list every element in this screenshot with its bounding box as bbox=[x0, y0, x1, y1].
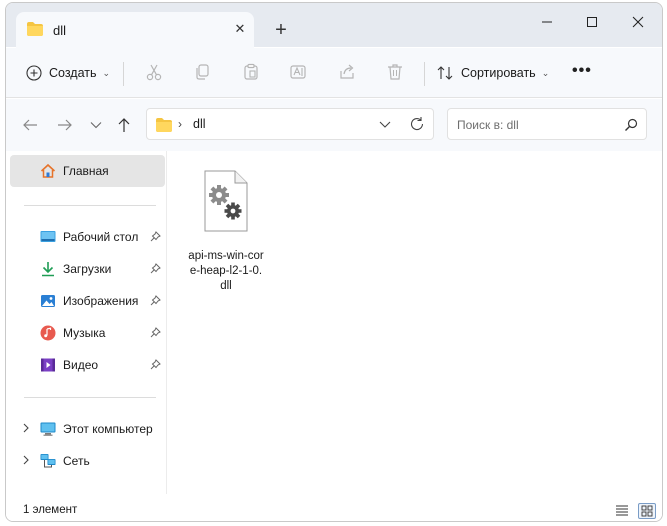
chevron-right-icon[interactable] bbox=[22, 423, 30, 435]
address-history-button[interactable] bbox=[379, 118, 391, 133]
downloads-icon bbox=[40, 261, 56, 277]
chevron-right-icon[interactable] bbox=[22, 455, 30, 467]
delete-icon[interactable] bbox=[386, 63, 406, 83]
close-button[interactable] bbox=[615, 7, 661, 37]
up-button[interactable] bbox=[114, 115, 134, 135]
sidebar-item-label: Музыка bbox=[63, 326, 106, 340]
desktop-icon bbox=[40, 229, 56, 245]
divider bbox=[24, 205, 156, 206]
sidebar-item-music[interactable]: Музыка bbox=[10, 319, 165, 347]
sidebar-item-label: Видео bbox=[63, 358, 99, 372]
navigation-pane: Главная Рабочий стол Загрузки Изображени… bbox=[6, 151, 167, 494]
sidebar-item-video[interactable]: Видео bbox=[10, 351, 165, 379]
chevron-down-icon: ⌄ bbox=[102, 67, 111, 78]
sidebar-item-desktop[interactable]: Рабочий стол bbox=[10, 223, 165, 251]
refresh-button[interactable] bbox=[409, 116, 425, 135]
cut-icon[interactable] bbox=[145, 63, 165, 83]
arrow-up-icon bbox=[118, 118, 130, 132]
tab-dll[interactable]: dll ✕ bbox=[16, 12, 254, 48]
chevron-down-icon: ⌄ bbox=[541, 67, 550, 78]
arrow-left-icon bbox=[23, 119, 37, 131]
pin-icon[interactable] bbox=[150, 327, 161, 341]
navigation-bar: › dll Поиск в: dll bbox=[6, 99, 662, 151]
file-item[interactable]: api-ms-win-core-heap-l2-1-0.dll bbox=[188, 165, 264, 292]
address-bar[interactable]: › dll bbox=[146, 108, 434, 140]
close-icon bbox=[632, 16, 644, 28]
chevron-down-icon bbox=[379, 121, 391, 128]
sidebar-item-label: Загрузки bbox=[63, 262, 112, 276]
music-icon bbox=[40, 325, 56, 341]
create-label: Создать bbox=[49, 66, 97, 80]
share-icon[interactable] bbox=[338, 63, 358, 83]
plus-circle-icon bbox=[26, 65, 42, 81]
minimize-icon bbox=[542, 21, 552, 23]
pin-icon[interactable] bbox=[150, 263, 161, 277]
separator bbox=[123, 62, 124, 86]
command-bar: Создать ⌄ Сортировать ⌄ ••• bbox=[6, 48, 662, 98]
tab-close-button[interactable]: ✕ bbox=[230, 19, 250, 39]
sort-button[interactable]: Сортировать ⌄ bbox=[436, 60, 549, 86]
minimize-button[interactable] bbox=[524, 7, 570, 37]
sidebar-item-label: Этот компьютер bbox=[63, 422, 153, 436]
pin-icon[interactable] bbox=[150, 231, 161, 245]
maximize-button[interactable] bbox=[569, 7, 615, 37]
divider bbox=[24, 397, 156, 398]
title-bar: dll ✕ + bbox=[6, 3, 662, 48]
sort-icon bbox=[437, 66, 453, 80]
large-icons-view-icon[interactable] bbox=[638, 503, 656, 519]
file-list[interactable]: api-ms-win-core-heap-l2-1-0.dll bbox=[168, 151, 662, 494]
paste-icon[interactable] bbox=[242, 63, 262, 83]
sidebar-item-label: Главная bbox=[63, 164, 109, 178]
this-pc-icon bbox=[40, 421, 56, 437]
breadcrumb-separator-icon: › bbox=[178, 117, 182, 131]
sidebar-item-network[interactable]: Сеть bbox=[10, 447, 165, 475]
separator bbox=[424, 62, 425, 86]
tab-title: dll bbox=[53, 23, 67, 38]
status-bar: 1 элемент bbox=[6, 495, 662, 521]
create-button[interactable]: Создать ⌄ bbox=[26, 60, 110, 86]
sidebar-item-label: Сеть bbox=[63, 454, 90, 468]
search-input[interactable]: Поиск в: dll bbox=[447, 108, 647, 140]
sidebar-item-this-pc[interactable]: Этот компьютер bbox=[10, 415, 165, 443]
recent-locations-button[interactable] bbox=[86, 115, 106, 135]
arrow-right-icon bbox=[58, 119, 72, 131]
search-icon[interactable] bbox=[624, 118, 638, 135]
file-explorer-window: dll ✕ + Создать ⌄ Сортировать ⌄ ••• › dl… bbox=[5, 2, 663, 522]
dll-file-icon bbox=[202, 169, 250, 236]
pictures-icon bbox=[40, 293, 56, 309]
details-view-icon[interactable] bbox=[615, 504, 629, 519]
refresh-icon bbox=[410, 117, 424, 131]
folder-icon bbox=[155, 117, 173, 136]
maximize-icon bbox=[587, 17, 597, 27]
folder-icon bbox=[26, 21, 44, 40]
pin-icon[interactable] bbox=[150, 295, 161, 309]
breadcrumb-path[interactable]: dll bbox=[193, 117, 206, 131]
search-placeholder: Поиск в: dll bbox=[457, 118, 519, 132]
sidebar-item-home[interactable]: Главная bbox=[10, 155, 165, 187]
item-count: 1 элемент bbox=[23, 504, 78, 516]
more-options-button[interactable]: ••• bbox=[572, 62, 592, 80]
home-icon bbox=[40, 163, 56, 182]
rename-icon[interactable] bbox=[289, 63, 309, 83]
copy-icon[interactable] bbox=[193, 63, 213, 83]
sidebar-item-label: Изображения bbox=[63, 294, 139, 308]
sort-label: Сортировать bbox=[461, 66, 536, 80]
sidebar-item-pictures[interactable]: Изображения bbox=[10, 287, 165, 315]
new-tab-button[interactable]: + bbox=[270, 19, 292, 41]
sidebar-item-downloads[interactable]: Загрузки bbox=[10, 255, 165, 283]
chevron-down-icon bbox=[90, 122, 102, 129]
network-icon bbox=[40, 453, 56, 469]
back-button[interactable] bbox=[20, 115, 40, 135]
pin-icon[interactable] bbox=[150, 359, 161, 373]
video-icon bbox=[40, 357, 56, 373]
sidebar-item-label: Рабочий стол bbox=[63, 230, 139, 244]
file-name: api-ms-win-core-heap-l2-1-0.dll bbox=[188, 250, 264, 292]
forward-button[interactable] bbox=[55, 115, 75, 135]
